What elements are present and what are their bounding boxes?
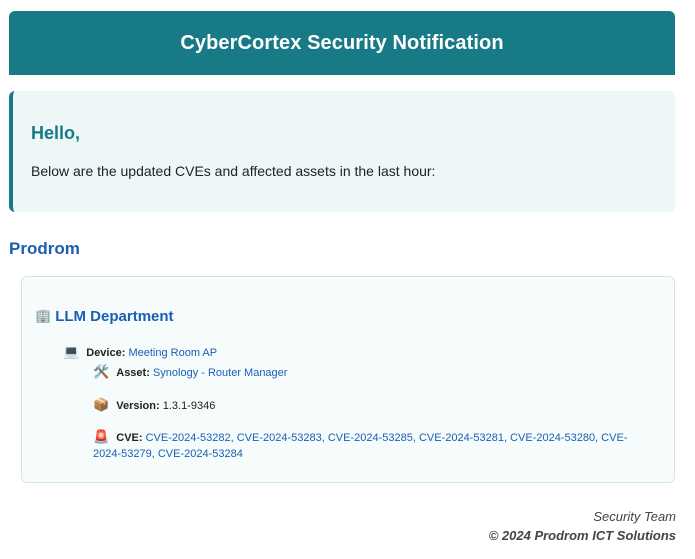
device-row: 💻 Device: Meeting Room AP	[63, 345, 217, 361]
greeting-panel: Hello, Below are the updated CVEs and af…	[9, 91, 675, 212]
siren-icon: 🚨	[93, 430, 110, 445]
asset-link[interactable]: Synology - Router Manager	[153, 367, 288, 379]
office-building-icon: 🏢	[35, 309, 52, 324]
footer-team: Security Team	[593, 509, 676, 524]
device-link[interactable]: Meeting Room AP	[128, 347, 217, 359]
greeting-heading: Hello,	[31, 123, 81, 143]
department-card: 🏢 LLM Department 💻 Device: Meeting Room …	[21, 276, 675, 483]
footer-copyright: © 2024 Prodrom ICT Solutions	[488, 528, 676, 543]
asset-label: Asset:	[116, 367, 150, 379]
notification-header: CyberCortex Security Notification	[9, 11, 675, 75]
header-title: CyberCortex Security Notification	[180, 31, 504, 54]
greeting-message: Below are the updated CVEs and affected …	[31, 163, 436, 179]
cve-label: CVE:	[116, 432, 143, 444]
asset-row: 🛠️ Asset: Synology - Router Manager	[93, 365, 287, 381]
cve-list-link[interactable]: CVE-2024-53282, CVE-2024-53283, CVE-2024…	[93, 432, 627, 460]
organization-name: Prodrom	[9, 239, 80, 258]
tools-icon: 🛠️	[93, 365, 110, 380]
version-value: 1.3.1-9346	[162, 400, 216, 412]
package-icon: 📦	[93, 398, 110, 413]
department-heading: 🏢 LLM Department	[35, 308, 174, 325]
version-row: 📦 Version: 1.3.1-9346	[93, 398, 215, 414]
version-label: Version:	[116, 400, 160, 412]
device-label: Device:	[86, 347, 126, 359]
cve-row: 🚨 CVE: CVE-2024-53282, CVE-2024-53283, C…	[93, 430, 653, 462]
laptop-icon: 💻	[63, 345, 80, 360]
department-name: LLM Department	[55, 308, 174, 325]
